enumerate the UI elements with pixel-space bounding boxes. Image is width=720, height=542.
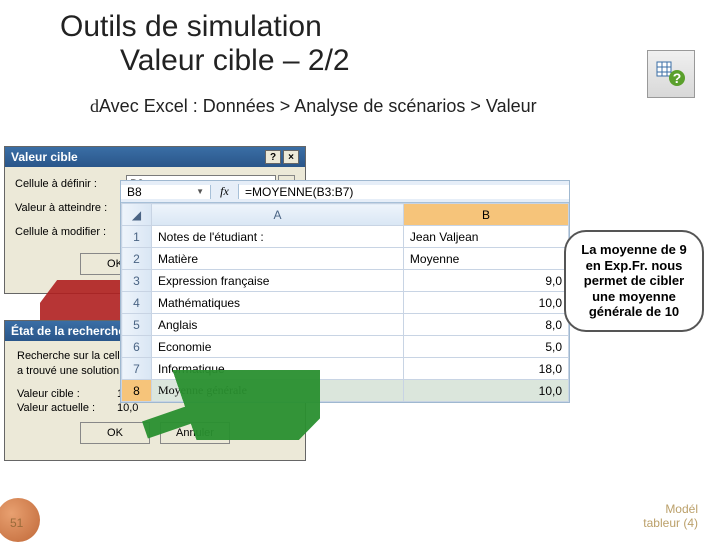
row-header[interactable]: 8	[122, 380, 152, 402]
table-row[interactable]: 5Anglais8,0	[122, 314, 569, 336]
excel-sheet: B8 ▼ fx =MOYENNE(B3:B7) ◢ A B 1Notes de …	[120, 180, 570, 403]
table-row[interactable]: 7Informatique18,0	[122, 358, 569, 380]
formula-bar: B8 ▼ fx =MOYENNE(B3:B7)	[121, 181, 569, 203]
speech-bubble: La moyenne de 9 en Exp.Fr. nous permet d…	[564, 230, 704, 332]
row-header[interactable]: 4	[122, 292, 152, 314]
cell-a[interactable]: Notes de l'étudiant :	[152, 226, 404, 248]
footer-text: Modél tableur (4)	[643, 502, 698, 530]
page-number: 51	[10, 516, 23, 530]
row-header[interactable]: 1	[122, 226, 152, 248]
goal-seek-icon: ?	[647, 50, 695, 98]
slide-title: Outils de simulation Valeur cible – 2/2	[60, 10, 680, 78]
corner-header[interactable]: ◢	[122, 204, 152, 226]
cell-a[interactable]: Matière	[152, 248, 404, 270]
cell-b[interactable]: Moyenne	[403, 248, 568, 270]
cell-b[interactable]: 8,0	[403, 314, 568, 336]
table-row[interactable]: 8Moyenne générale10,0	[122, 380, 569, 402]
row-header[interactable]: 5	[122, 314, 152, 336]
value-valeur-actuelle: 10,0	[117, 402, 138, 414]
cell-a[interactable]: Mathématiques	[152, 292, 404, 314]
cell-a[interactable]: Informatique	[152, 358, 404, 380]
ok-button[interactable]: OK	[80, 422, 150, 444]
bubble-text: La moyenne de 9 en Exp.Fr. nous permet d…	[581, 242, 686, 319]
cell-a[interactable]: Expression française	[152, 270, 404, 292]
dialog-titlebar[interactable]: Valeur cible ? ×	[5, 147, 305, 167]
footer-line2: tableur (4)	[643, 516, 698, 530]
title-line1: Outils de simulation	[60, 10, 680, 44]
label-valeur-cible: Valeur cible :	[17, 388, 117, 400]
svg-text:?: ?	[673, 70, 682, 86]
name-box[interactable]: B8 ▼	[121, 185, 211, 199]
spreadsheet-grid[interactable]: ◢ A B 1Notes de l'étudiant :Jean Valjean…	[121, 203, 569, 402]
col-header-a[interactable]: A	[152, 204, 404, 226]
cancel-button[interactable]: Annuler	[160, 422, 230, 444]
cell-b[interactable]: 9,0	[403, 270, 568, 292]
table-row[interactable]: 2MatièreMoyenne	[122, 248, 569, 270]
cell-b[interactable]: Jean Valjean	[403, 226, 568, 248]
row-header[interactable]: 2	[122, 248, 152, 270]
cell-b[interactable]: 10,0	[403, 292, 568, 314]
bullet-content: Avec Excel : Données > Analyse de scénar…	[99, 96, 537, 116]
close-icon[interactable]: ×	[283, 150, 299, 164]
cell-b[interactable]: 18,0	[403, 358, 568, 380]
chevron-down-icon[interactable]: ▼	[196, 187, 204, 196]
label-valeur-actuelle: Valeur actuelle :	[17, 402, 117, 414]
label-modifier: Cellule à modifier :	[15, 226, 126, 238]
bullet-glyph: d	[90, 96, 99, 116]
row-header[interactable]: 3	[122, 270, 152, 292]
footer-line1: Modél	[665, 502, 698, 516]
dialog-title: État de la recherche	[11, 324, 125, 338]
table-row[interactable]: 6Economie5,0	[122, 336, 569, 358]
formula-input[interactable]: =MOYENNE(B3:B7)	[239, 185, 569, 199]
cell-b[interactable]: 10,0	[403, 380, 568, 402]
status-line2: a trouvé une solution.	[17, 365, 122, 377]
cell-b[interactable]: 5,0	[403, 336, 568, 358]
cell-a[interactable]: Moyenne générale	[152, 380, 404, 402]
row-header[interactable]: 6	[122, 336, 152, 358]
table-row[interactable]: 4Mathématiques10,0	[122, 292, 569, 314]
col-header-b[interactable]: B	[403, 204, 568, 226]
table-row[interactable]: 3Expression française9,0	[122, 270, 569, 292]
table-row[interactable]: 1Notes de l'étudiant :Jean Valjean	[122, 226, 569, 248]
cell-a[interactable]: Economie	[152, 336, 404, 358]
title-line2: Valeur cible – 2/2	[120, 44, 680, 78]
bullet-text: dAvec Excel : Données > Analyse de scéna…	[90, 96, 680, 117]
help-icon[interactable]: ?	[265, 150, 281, 164]
cell-reference: B8	[127, 185, 142, 199]
label-definir: Cellule à définir :	[15, 178, 126, 190]
row-header[interactable]: 7	[122, 358, 152, 380]
dialog-title: Valeur cible	[11, 150, 78, 164]
cell-a[interactable]: Anglais	[152, 314, 404, 336]
label-atteindre: Valeur à atteindre :	[15, 202, 135, 214]
fx-icon[interactable]: fx	[211, 184, 239, 199]
